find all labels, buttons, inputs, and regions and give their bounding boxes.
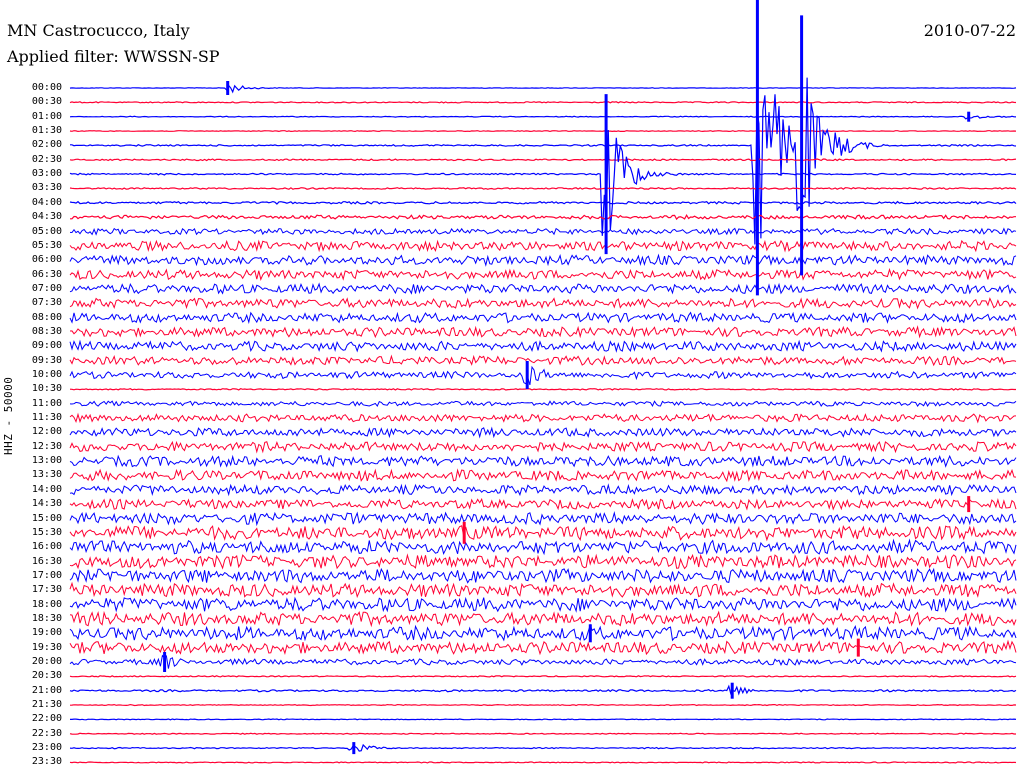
trace-line — [69, 101, 1017, 104]
trace-line — [69, 297, 1017, 310]
trace-line — [69, 525, 1017, 542]
trace-line — [69, 115, 1017, 120]
seismogram-plot — [69, 0, 1017, 764]
trace-line — [69, 567, 1017, 584]
trace-line — [69, 440, 1017, 454]
trace-line — [69, 675, 1017, 678]
trace-line — [69, 227, 1017, 236]
trace-line — [69, 743, 1017, 752]
trace-line — [69, 732, 1016, 735]
trace-line — [69, 84, 1017, 94]
trace-line — [69, 412, 1017, 424]
trace-line — [69, 130, 1017, 133]
trace-line — [69, 596, 1017, 613]
trace-line — [69, 239, 1017, 253]
trace-line — [69, 538, 1017, 556]
trace-line — [69, 186, 1017, 190]
trace-line — [70, 213, 1016, 221]
trace-line — [69, 311, 1017, 325]
trace-line — [69, 426, 1017, 439]
trace-line — [69, 200, 1017, 205]
trace-line — [69, 703, 1017, 707]
trace-line — [69, 354, 1017, 367]
trace-line — [69, 339, 1017, 353]
trace-line — [69, 610, 1017, 628]
trace-line — [69, 158, 1017, 162]
trace-line — [69, 365, 1017, 386]
trace-line — [70, 718, 1017, 721]
trace-line — [69, 483, 1017, 497]
trace-line — [69, 468, 1017, 483]
trace-line — [69, 400, 1017, 408]
trace-line — [69, 553, 1017, 570]
trace-line — [69, 511, 1017, 527]
trace-line — [69, 282, 1017, 295]
trace-line — [69, 623, 1017, 642]
trace-line — [69, 267, 1017, 281]
trace-line — [69, 639, 1017, 656]
trace-line — [69, 684, 1017, 696]
trace-line — [69, 325, 1017, 339]
trace-line — [69, 388, 1016, 391]
trace-line — [69, 761, 1017, 764]
trace-line — [69, 581, 1017, 599]
trace-line — [69, 253, 1017, 267]
trace-line — [69, 497, 1017, 511]
trace-line — [69, 454, 1017, 468]
trace-line — [69, 654, 1017, 669]
